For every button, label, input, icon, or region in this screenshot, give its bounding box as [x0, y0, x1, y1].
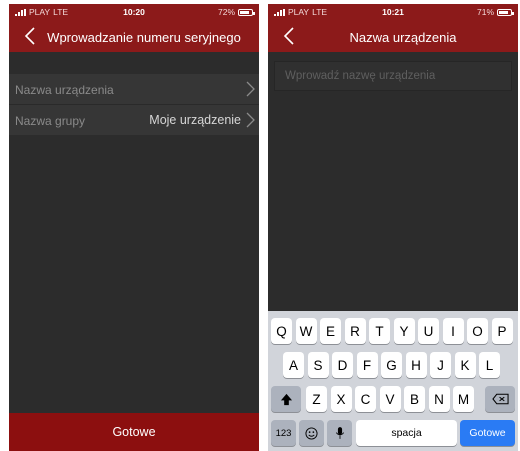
chevron-right-icon — [246, 112, 255, 128]
shift-icon — [280, 393, 292, 405]
backspace-key[interactable] — [485, 386, 515, 412]
key-o[interactable]: O — [467, 318, 488, 344]
chevron-left-icon[interactable] — [23, 26, 37, 46]
on-screen-keyboard: Q W E R T Y U I O P A S D F G H J K L Z … — [268, 311, 518, 451]
key-d[interactable]: D — [332, 352, 353, 378]
page-title: Nazwa urządzenia — [349, 30, 457, 45]
key-h[interactable]: H — [405, 352, 427, 378]
app-header: PLAY LTE 10:20 72% Wprowadzanie numeru s… — [9, 4, 259, 52]
chevron-right-icon — [246, 81, 255, 97]
emoji-icon — [305, 426, 318, 440]
status-bar: PLAY LTE 10:20 72% — [9, 7, 259, 19]
device-name-row[interactable]: Nazwa urządzenia — [9, 74, 259, 104]
battery-percent: 71% — [476, 7, 494, 17]
key-g[interactable]: G — [381, 352, 402, 378]
device-name-input[interactable] — [274, 61, 512, 91]
done-button[interactable]: Gotowe — [9, 413, 259, 451]
key-b[interactable]: B — [404, 386, 425, 412]
numbers-key[interactable]: 123 — [271, 420, 296, 446]
device-name-label: Nazwa urządzenia — [15, 83, 114, 97]
status-bar: PLAY LTE 10:21 71% — [268, 7, 518, 19]
app-header: PLAY LTE 10:21 71% Nazwa urządzenia — [268, 4, 518, 52]
key-x[interactable]: X — [330, 386, 352, 412]
microphone-icon — [335, 427, 344, 439]
microphone-key[interactable] — [327, 420, 352, 446]
key-v[interactable]: V — [379, 386, 401, 412]
key-k[interactable]: K — [454, 352, 476, 378]
key-m[interactable]: M — [453, 386, 474, 412]
group-name-row[interactable]: Nazwa grupy Moje urządzenie — [9, 105, 259, 135]
key-a[interactable]: A — [283, 352, 304, 378]
group-name-value: Moje urządzenie — [149, 113, 241, 127]
emoji-key[interactable] — [299, 420, 324, 446]
key-i[interactable]: I — [442, 318, 464, 344]
key-y[interactable]: Y — [393, 318, 415, 344]
key-u[interactable]: U — [418, 318, 439, 344]
serial-number-screen: PLAY LTE 10:20 72% Wprowadzanie numeru s… — [9, 4, 259, 451]
device-name-screen: PLAY LTE 10:21 71% Nazwa urządzenia Q W … — [268, 4, 518, 451]
key-c[interactable]: C — [355, 386, 376, 412]
space-key[interactable]: spacja — [356, 420, 457, 446]
key-t[interactable]: T — [369, 318, 390, 344]
backspace-icon — [491, 393, 509, 405]
key-r[interactable]: R — [344, 318, 366, 344]
shift-key[interactable] — [271, 386, 301, 412]
key-n[interactable]: N — [428, 386, 450, 412]
battery-icon — [497, 8, 514, 16]
key-l[interactable]: L — [479, 352, 500, 378]
group-name-label: Nazwa grupy — [15, 114, 86, 128]
page-title: Wprowadzanie numeru seryjnego — [47, 30, 241, 45]
key-f[interactable]: F — [356, 352, 378, 378]
key-s[interactable]: S — [307, 352, 329, 378]
battery-icon — [238, 8, 255, 16]
chevron-left-icon[interactable] — [282, 26, 296, 46]
key-w[interactable]: W — [295, 318, 317, 344]
key-z[interactable]: Z — [306, 386, 327, 412]
key-j[interactable]: J — [430, 352, 451, 378]
battery-percent: 72% — [217, 7, 235, 17]
key-p[interactable]: P — [491, 318, 513, 344]
key-q[interactable]: Q — [271, 318, 292, 344]
key-e[interactable]: E — [320, 318, 341, 344]
return-key[interactable]: Gotowe — [460, 420, 515, 446]
